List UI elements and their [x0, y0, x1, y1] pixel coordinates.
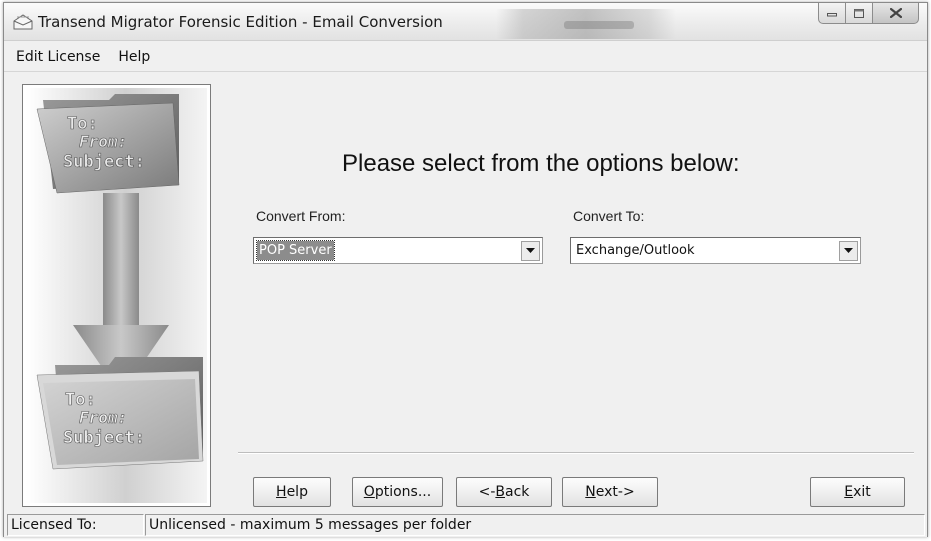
- menu-edit-license[interactable]: Edit License: [16, 49, 100, 65]
- folder-bottom-icon: To: From: Subject:: [36, 357, 204, 470]
- convert-from-select[interactable]: POP Server: [253, 237, 543, 264]
- help-button[interactable]: Help: [253, 477, 331, 507]
- window-title: Transend Migrator Forensic Edition - Ema…: [38, 13, 443, 31]
- back-button-label: ack: [505, 484, 530, 500]
- status-bar: Licensed To: Unlicensed - maximum 5 mess…: [4, 512, 927, 537]
- background-blur-text: [564, 21, 634, 29]
- page-heading: Please select from the options below:: [342, 150, 740, 177]
- status-value: Unlicensed - maximum 5 messages per fold…: [145, 514, 925, 536]
- folder-top-icon: To: From: Subject:: [36, 94, 180, 194]
- main-window: Transend Migrator Forensic Edition - Ema…: [3, 2, 928, 537]
- caption-buttons: [818, 3, 919, 25]
- folder-top-line-1: To:: [67, 114, 98, 134]
- help-button-accel: H: [276, 484, 287, 500]
- close-icon: [889, 8, 902, 18]
- minimize-button[interactable]: [818, 3, 846, 24]
- close-button[interactable]: [873, 3, 919, 24]
- status-label: Licensed To:: [7, 514, 144, 536]
- convert-to-select[interactable]: Exchange/Outlook: [570, 237, 861, 264]
- chevron-down-icon: [526, 248, 535, 253]
- folder-top-line-2: From:: [79, 132, 127, 151]
- convert-to-dropdown-button[interactable]: [839, 241, 858, 261]
- envelope-icon: [13, 14, 33, 30]
- maximize-button[interactable]: [846, 3, 873, 24]
- back-button-accel: B: [495, 484, 505, 500]
- maximize-icon: [854, 8, 864, 18]
- conversion-graphic: To: From: Subject: To: From: Subject:: [22, 84, 211, 507]
- back-button-prefix: <-: [478, 484, 496, 500]
- exit-button-accel: E: [844, 484, 854, 500]
- convert-from-dropdown-button[interactable]: [521, 241, 540, 261]
- folder-top-line-3: Subject:: [63, 152, 145, 172]
- help-button-label: elp: [286, 484, 308, 500]
- menu-bar: Edit License Help: [4, 42, 927, 72]
- folder-bottom-line-3: Subject:: [63, 428, 145, 448]
- menu-help[interactable]: Help: [118, 49, 150, 65]
- conversion-illustration: To: From: Subject: To: From: Subject:: [26, 88, 207, 503]
- exit-button[interactable]: Exit: [810, 477, 905, 507]
- folder-bottom-line-1: To:: [65, 390, 96, 410]
- convert-to-label: Convert To:: [573, 208, 645, 224]
- divider: [238, 452, 914, 454]
- convert-from-value: POP Server: [256, 240, 335, 261]
- chevron-down-icon: [844, 248, 853, 253]
- convert-to-value: Exchange/Outlook: [576, 243, 695, 258]
- next-button[interactable]: Next->: [562, 477, 658, 507]
- options-button-accel: O: [363, 484, 375, 500]
- options-button-label: ptions...: [374, 484, 432, 500]
- back-button[interactable]: <- Back: [456, 477, 552, 507]
- convert-from-label: Convert From:: [256, 208, 346, 224]
- exit-button-label: xit: [853, 484, 871, 500]
- title-bar[interactable]: Transend Migrator Forensic Edition - Ema…: [4, 3, 927, 41]
- next-button-accel: N: [585, 484, 596, 500]
- folder-bottom-line-2: From:: [79, 408, 127, 427]
- minimize-icon: [827, 13, 837, 17]
- options-button[interactable]: Options...: [352, 477, 443, 507]
- next-button-label: ext->: [595, 484, 635, 500]
